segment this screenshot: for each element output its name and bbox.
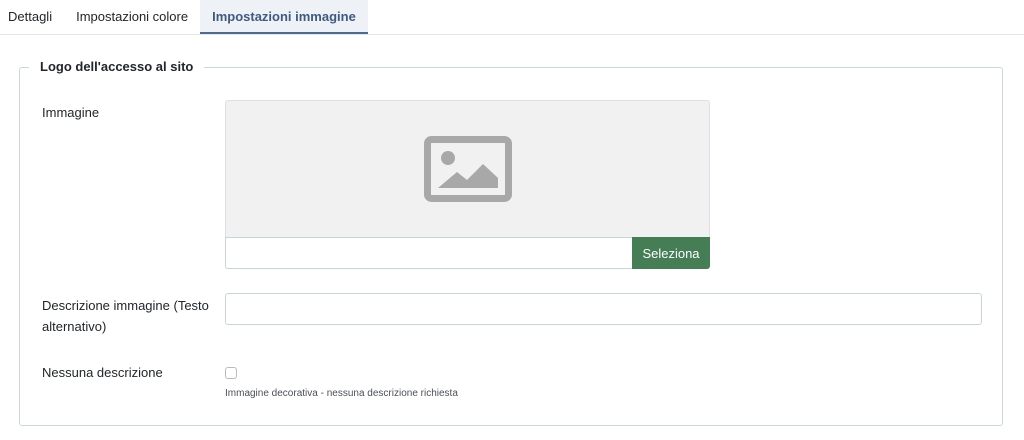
image-path-input[interactable]: [225, 237, 632, 269]
image-label: Immagine: [42, 105, 100, 120]
select-image-button[interactable]: Seleziona: [632, 237, 710, 269]
page: Dettagli Impostazioni colore Impostazion…: [0, 0, 1024, 440]
alt-text-label: Descrizione immagine (Testo alternativo): [42, 297, 209, 336]
no-description-checkbox[interactable]: [225, 367, 237, 379]
tab-bar: Dettagli Impostazioni colore Impostazion…: [0, 0, 1024, 35]
no-description-hint: Immagine decorativa - nessuna descrizion…: [225, 388, 458, 399]
image-preview: [225, 100, 710, 237]
alt-text-label-line1: Descrizione immagine (Testo: [42, 298, 209, 313]
image-placeholder-icon: [424, 136, 512, 202]
tab-impostazioni-immagine[interactable]: Impostazioni immagine: [200, 0, 368, 34]
fieldset-legend: Logo dell'accesso al sito: [29, 59, 205, 75]
no-description-label: Nessuna descrizione: [42, 365, 163, 380]
alt-text-label-line2: alternativo): [42, 319, 107, 334]
tab-dettagli[interactable]: Dettagli: [0, 0, 64, 34]
tab-impostazioni-colore[interactable]: Impostazioni colore: [64, 0, 200, 34]
alt-text-input[interactable]: [225, 293, 982, 325]
